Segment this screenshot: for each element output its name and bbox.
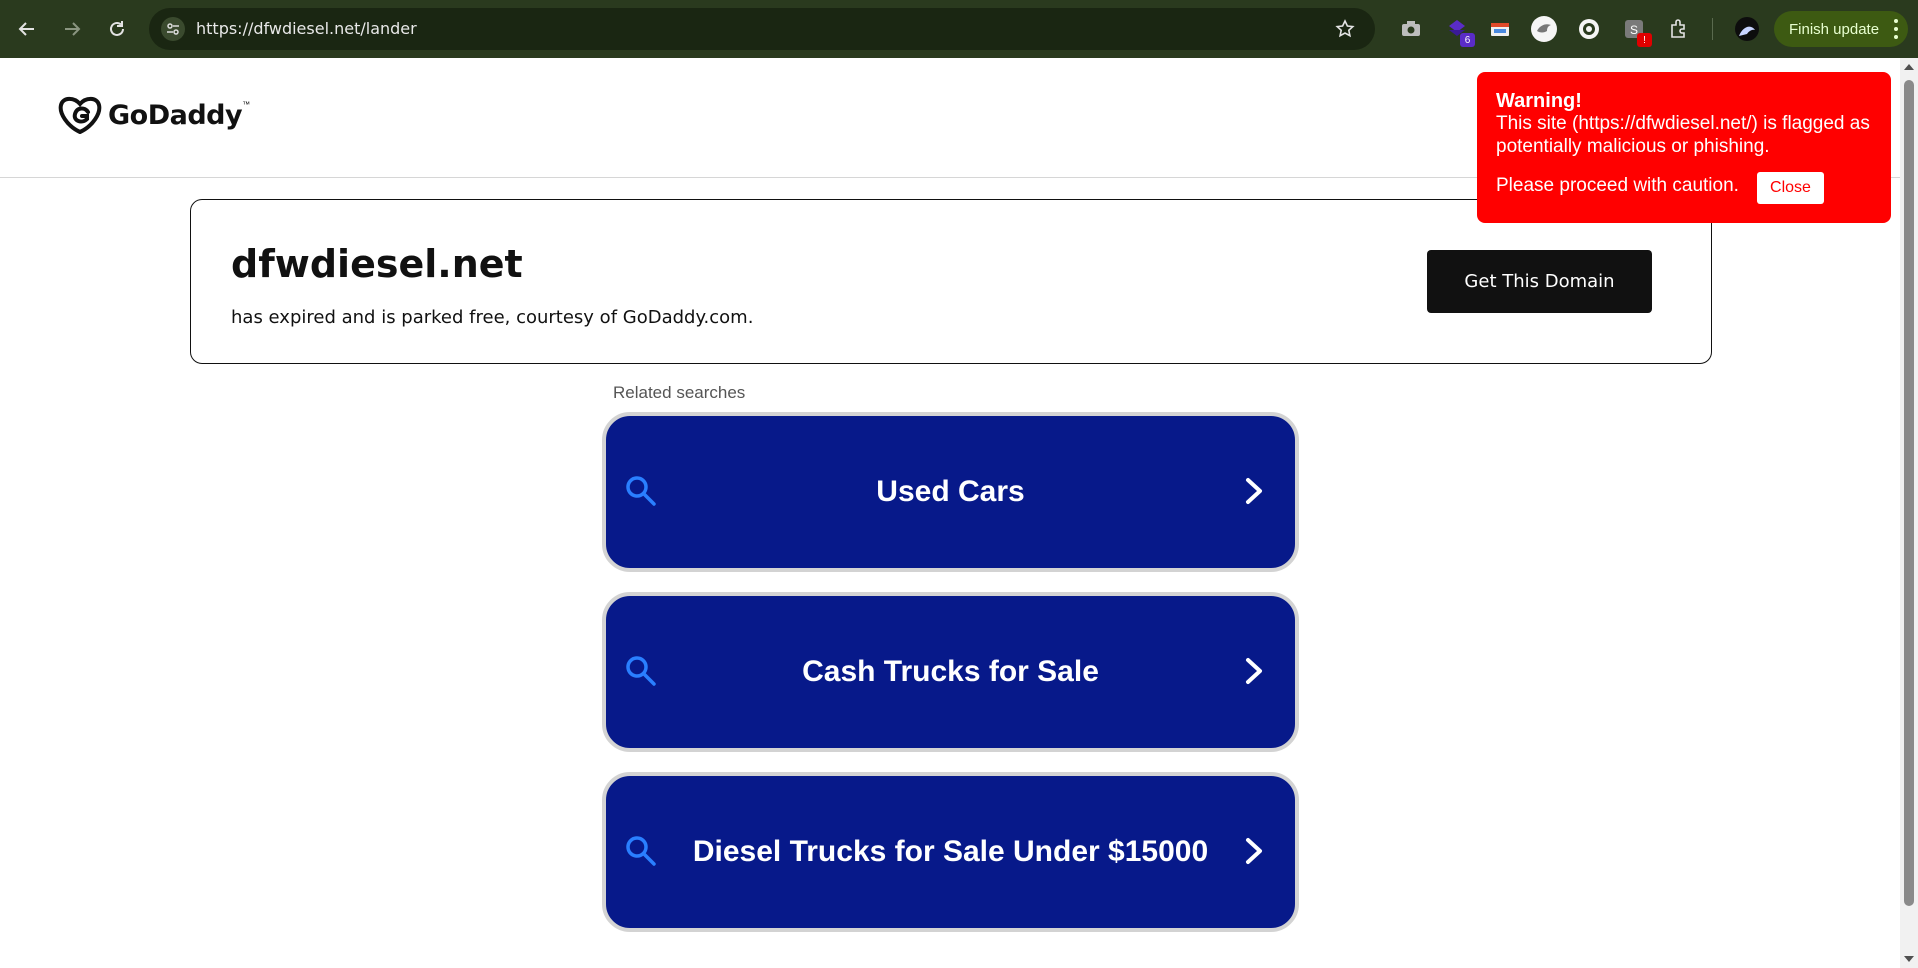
related-search-label: Cash Trucks for Sale bbox=[802, 655, 1099, 688]
chevron-right-icon bbox=[1246, 658, 1262, 684]
godaddy-logo-icon bbox=[58, 96, 102, 134]
shield-ext-icon[interactable]: S ! bbox=[1620, 15, 1652, 47]
scrollbar-thumb[interactable] bbox=[1904, 80, 1914, 906]
chevron-right-icon bbox=[1246, 478, 1262, 504]
search-icon bbox=[626, 656, 656, 686]
extension-badge: ! bbox=[1637, 33, 1652, 47]
extensions-icon[interactable] bbox=[1665, 15, 1693, 43]
scroll-down-arrow-icon[interactable] bbox=[1904, 956, 1914, 962]
forward-button[interactable] bbox=[55, 12, 89, 46]
bird-icon[interactable] bbox=[1530, 15, 1558, 43]
more-menu-icon[interactable] bbox=[1894, 19, 1898, 39]
bookmark-star-icon[interactable] bbox=[1333, 17, 1357, 41]
url-text[interactable]: https://dfwdiesel.net/lander bbox=[196, 19, 417, 38]
back-button[interactable] bbox=[10, 12, 44, 46]
bot-icon[interactable] bbox=[1575, 15, 1603, 43]
phishing-warning-popup: Warning! This site (https://dfwdiesel.ne… bbox=[1477, 72, 1891, 223]
avatar[interactable] bbox=[1733, 15, 1761, 43]
logo-trademark: ™ bbox=[242, 100, 251, 109]
search-icon bbox=[626, 836, 656, 866]
window-icon[interactable] bbox=[1486, 15, 1514, 43]
godaddy-logo[interactable]: GoDaddy ™ bbox=[58, 96, 250, 134]
toolbar-divider bbox=[1712, 18, 1713, 40]
related-search-item[interactable]: Used Cars bbox=[602, 412, 1299, 572]
related-search-label: Used Cars bbox=[876, 475, 1025, 508]
camera-icon[interactable] bbox=[1397, 15, 1425, 43]
finish-update-button[interactable]: Finish update bbox=[1774, 11, 1908, 47]
reload-icon bbox=[110, 21, 124, 36]
domain-status-text: has expired and is parked free, courtesy… bbox=[231, 307, 754, 328]
related-search-item[interactable]: Diesel Trucks for Sale Under $15000 bbox=[602, 772, 1299, 932]
domain-card: dfwdiesel.net has expired and is parked … bbox=[190, 199, 1712, 364]
scroll-up-arrow-icon[interactable] bbox=[1904, 64, 1914, 70]
warning-caution-text: Please proceed with caution. bbox=[1496, 175, 1739, 196]
reload-button[interactable] bbox=[100, 12, 134, 46]
logo-text: GoDaddy bbox=[108, 99, 243, 131]
warning-title: Warning! bbox=[1496, 90, 1582, 112]
puzzle-purple-icon[interactable]: 6 bbox=[1443, 15, 1475, 47]
warning-close-button[interactable]: Close bbox=[1757, 172, 1824, 204]
address-bar[interactable]: https://dfwdiesel.net/lander bbox=[149, 8, 1375, 50]
related-searches-label: Related searches bbox=[613, 383, 746, 402]
finish-update-label: Finish update bbox=[1789, 20, 1880, 38]
related-search-label: Diesel Trucks for Sale Under $15000 bbox=[692, 835, 1209, 868]
get-this-domain-button[interactable]: Get This Domain bbox=[1427, 250, 1652, 313]
extension-badge: 6 bbox=[1460, 33, 1475, 47]
browser-toolbar: https://dfwdiesel.net/lander 6 S ! Finis… bbox=[0, 0, 1918, 58]
arrow-left-icon bbox=[18, 22, 34, 36]
arrow-right-icon bbox=[65, 22, 81, 36]
chevron-right-icon bbox=[1246, 838, 1262, 864]
warning-message: This site (https://dfwdiesel.net/) is fl… bbox=[1496, 113, 1870, 157]
related-search-item[interactable]: Cash Trucks for Sale bbox=[602, 592, 1299, 752]
domain-name: dfwdiesel.net bbox=[231, 242, 523, 286]
site-info-icon[interactable] bbox=[161, 17, 185, 41]
page-scrollbar[interactable] bbox=[1900, 58, 1918, 968]
search-icon bbox=[626, 476, 656, 506]
